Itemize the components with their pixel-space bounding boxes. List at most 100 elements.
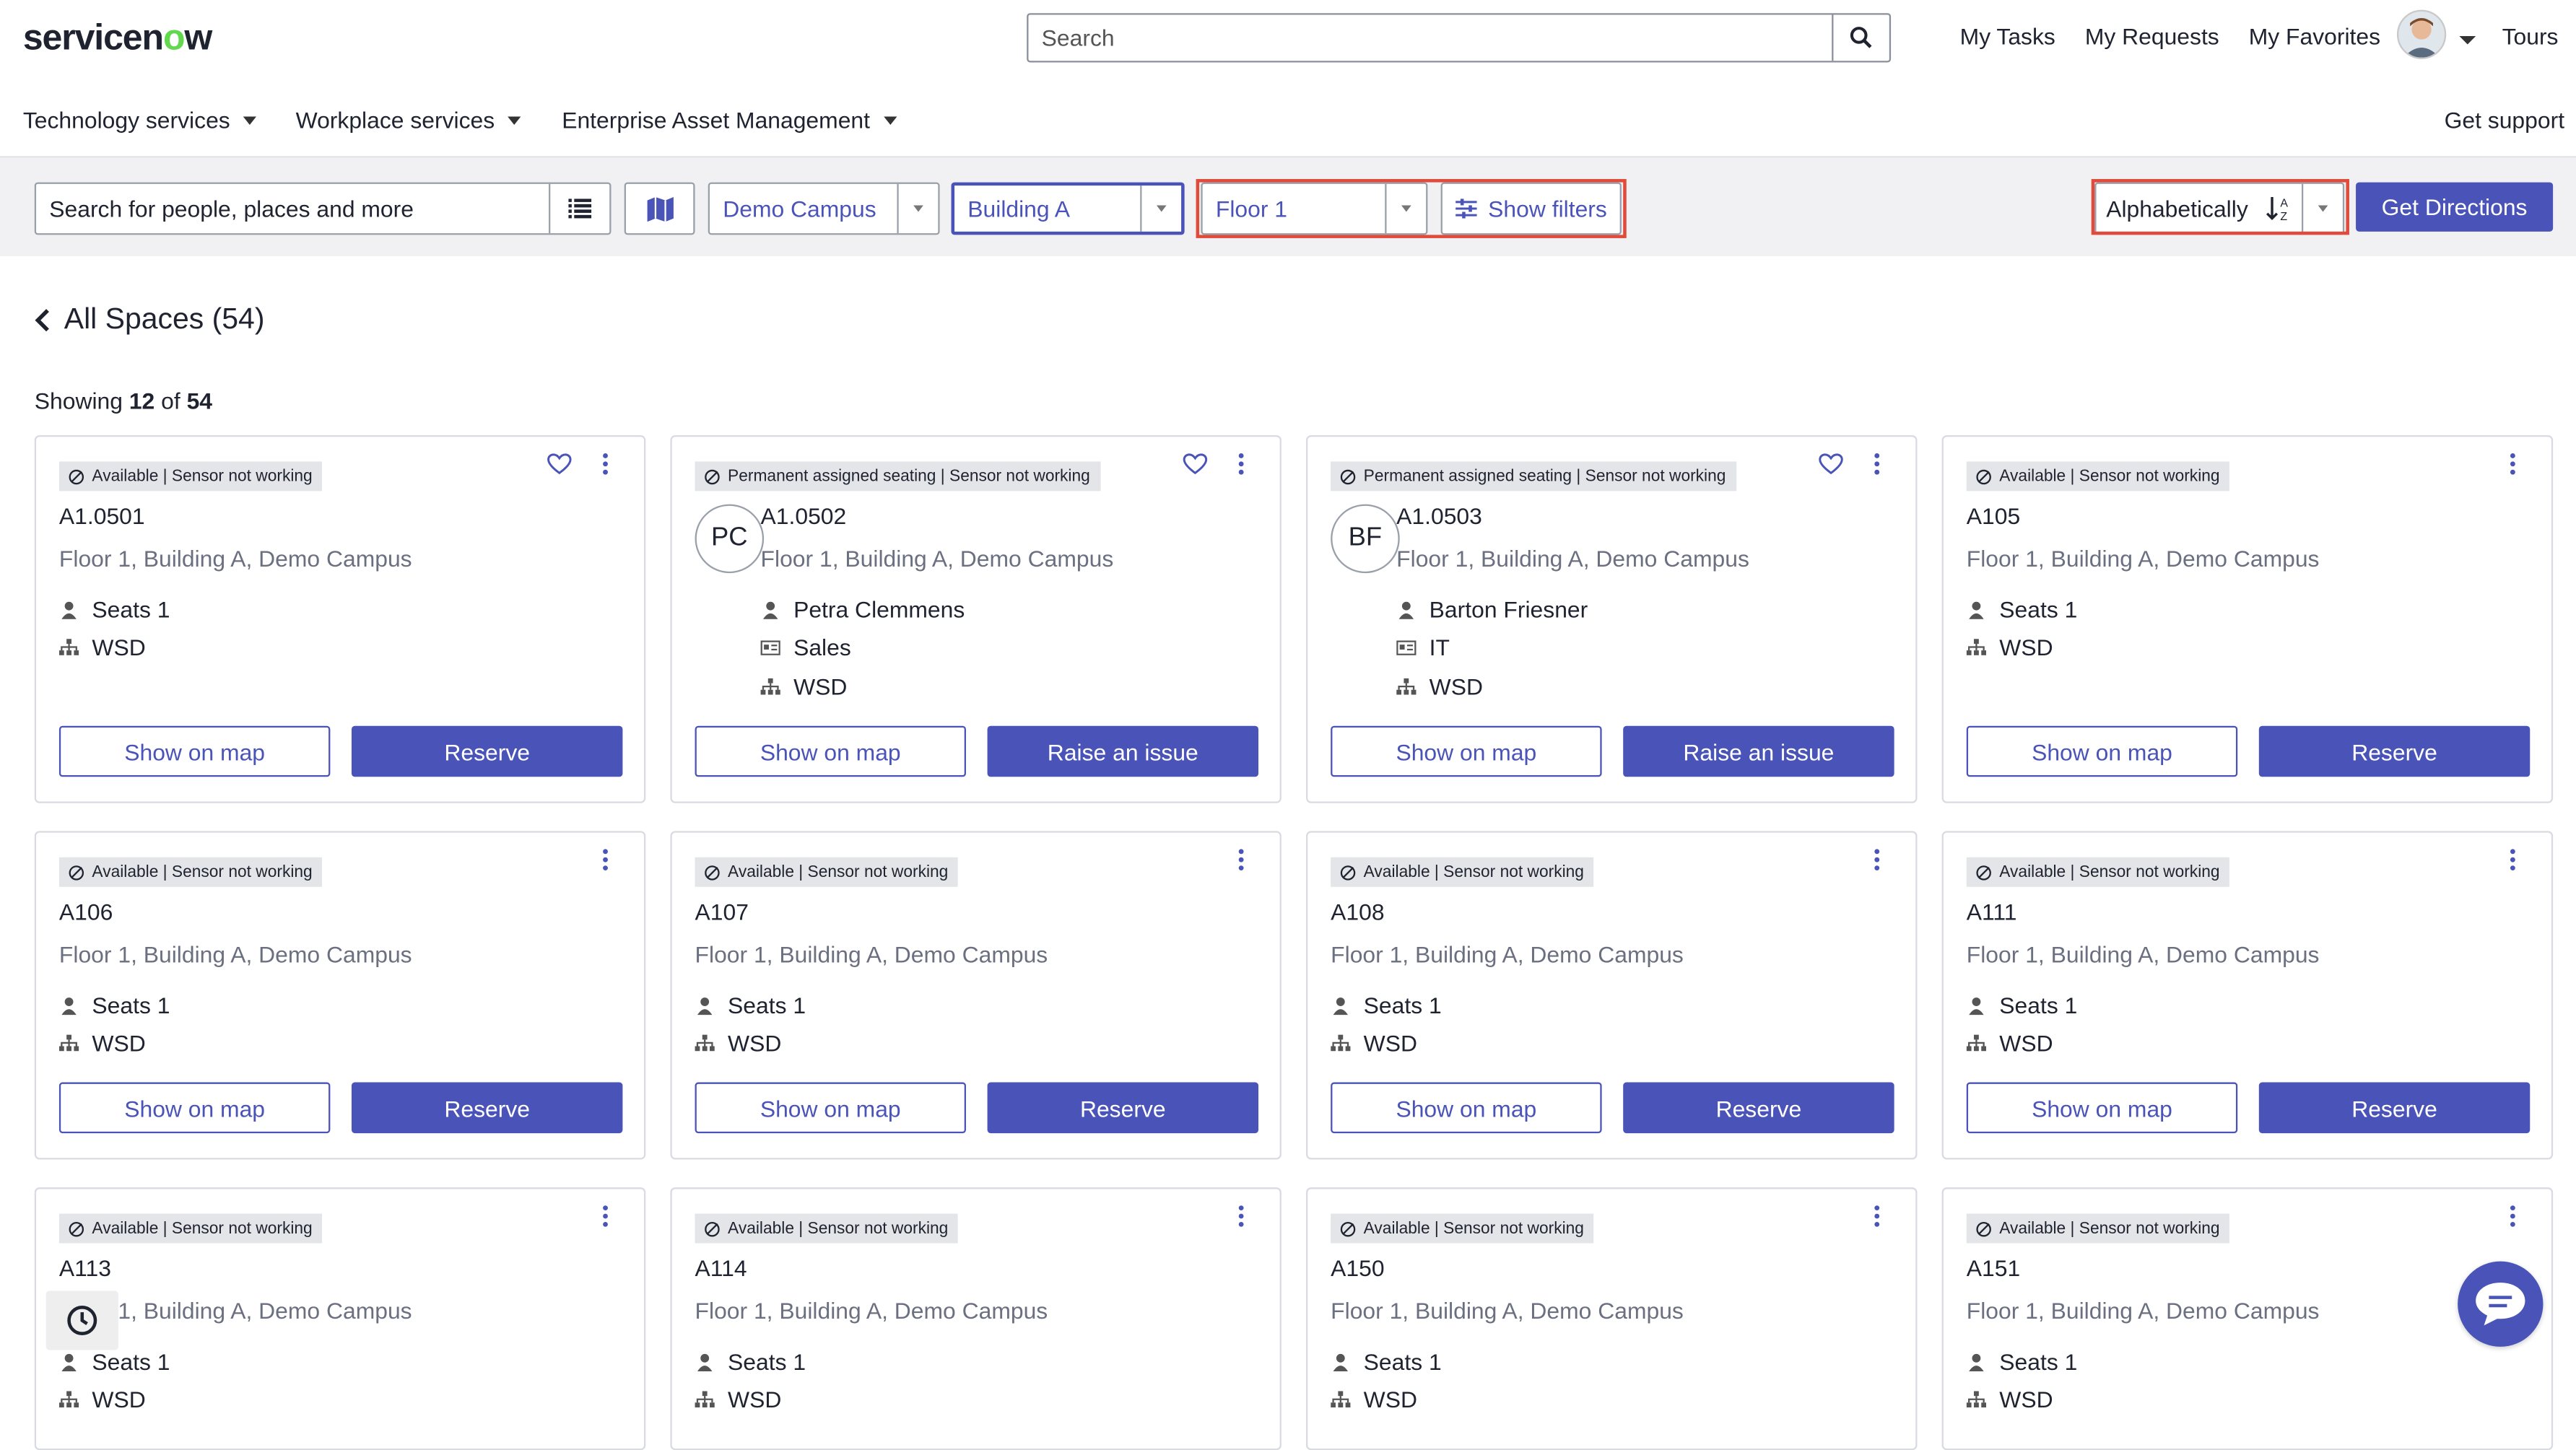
space-location: Floor 1, Building A, Demo Campus [1966,1297,2320,1324]
status-badge: Available | Sensor not working [58,461,323,492]
my-requests-link[interactable]: My Requests [2085,23,2219,49]
seats-row: Seats 1 [695,1348,806,1375]
chevron-down-icon [243,115,257,124]
user-menu-caret[interactable] [2459,36,2476,45]
chevron-down-icon [508,115,521,124]
people-places-search-input[interactable] [36,195,549,222]
person-icon [1969,997,1984,1015]
space-type: WSD [1363,1386,1418,1412]
caret-down-icon [1156,205,1167,212]
space-type-row: WSD [695,1030,781,1056]
kebab-dot [1874,865,1879,871]
space-name[interactable]: A150 [1331,1254,1384,1280]
reserve-button[interactable]: Reserve [2258,1082,2531,1134]
raise-issue-button[interactable]: Raise an issue [987,725,1259,777]
space-name[interactable]: A1.0502 [761,502,847,528]
more-options-button[interactable] [601,453,608,478]
kebab-dot [601,1213,607,1219]
list-icon [568,198,592,219]
map-view-button[interactable] [624,182,695,235]
space-name[interactable]: A106 [59,899,113,925]
campus-select[interactable]: Demo Campus [708,182,940,235]
space-name[interactable]: A105 [1967,502,2020,528]
nav-label: Workplace services [295,106,495,134]
reserve-button[interactable]: Reserve [987,1082,1259,1134]
show-on-map-button[interactable]: Show on map [58,725,331,777]
more-options-button[interactable] [1873,849,1879,873]
show-on-map-button[interactable]: Show on map [1966,725,2238,777]
space-name[interactable]: A1.0503 [1396,502,1482,528]
space-name[interactable]: A108 [1331,899,1384,925]
department-row: IT [1396,634,1450,660]
space-type: WSD [1999,634,2053,660]
seats-count: Seats 1 [1999,1348,2078,1375]
space-card: Available | Sensor not working A113 Floor … [34,1187,646,1450]
more-options-button[interactable] [1237,849,1243,873]
show-on-map-button[interactable]: Show on map [1331,725,1602,777]
list-view-button[interactable] [549,183,609,234]
more-options-button[interactable] [1873,453,1879,478]
nav-workplace-services[interactable]: Workplace services [296,107,521,133]
more-options-button[interactable] [1237,453,1243,478]
kebab-dot [2509,461,2515,467]
show-on-map-button[interactable]: Show on map [58,1082,331,1134]
more-options-button[interactable] [601,849,608,873]
reserve-button[interactable]: Reserve [2258,725,2531,777]
space-name[interactable]: A107 [695,899,749,925]
status-badge: Available | Sensor not working [1966,461,2230,492]
map-icon [646,196,673,222]
person-icon [762,600,778,619]
space-name[interactable]: A111 [1967,899,2017,925]
favorite-button[interactable] [547,453,572,483]
get-support-link[interactable]: Get support [2445,107,2564,133]
more-options-button[interactable] [601,1205,608,1230]
nav-enterprise-asset-management[interactable]: Enterprise Asset Management [562,107,897,133]
show-on-map-button[interactable]: Show on map [1966,1082,2238,1134]
kebab-dot [1874,461,1879,467]
kebab-dot [2509,453,2515,458]
more-options-button[interactable] [2509,453,2515,478]
servicenow-logo[interactable]: servicenow [23,17,213,59]
hierarchy-icon [58,1391,79,1408]
space-name[interactable]: A114 [695,1254,747,1280]
show-on-map-button[interactable]: Show on map [695,1082,966,1134]
reserve-button[interactable]: Reserve [1623,1082,1894,1134]
department-row: Sales [760,634,851,660]
my-tasks-link[interactable]: My Tasks [1960,23,2055,49]
user-avatar[interactable] [2396,9,2447,59]
back-to-all-spaces[interactable]: All Spaces (54) [35,302,265,337]
chat-button[interactable] [2458,1261,2544,1347]
search-button[interactable] [1832,14,1889,61]
global-search-input[interactable] [1028,14,1832,61]
sensor-off-icon [1340,468,1356,484]
hierarchy-icon [760,678,780,695]
space-card: Available | Sensor not working A114 Floor … [670,1187,1282,1450]
get-directions-button[interactable]: Get Directions [2356,182,2554,232]
space-name[interactable]: A113 [59,1254,111,1280]
tours-link[interactable]: Tours [2502,23,2559,49]
building-select[interactable]: Building A [951,182,1185,235]
kebab-dot [1874,469,1879,475]
clock-button[interactable] [45,1290,118,1350]
space-name[interactable]: A1.0501 [59,502,145,528]
more-options-button[interactable] [2509,1205,2515,1230]
more-options-button[interactable] [2509,849,2515,873]
reserve-button[interactable]: Reserve [351,725,623,777]
status-badge: Available | Sensor not working [1331,1213,1594,1244]
favorite-button[interactable] [1819,453,1843,483]
campus-dropdown-arrow[interactable] [897,183,938,234]
seats-row: Seats 1 [1967,1348,2078,1375]
more-options-button[interactable] [1237,1205,1243,1230]
building-dropdown-arrow[interactable] [1140,185,1181,232]
nav-technology-services[interactable]: Technology services [23,107,257,133]
header-links: My Tasks My Requests My Favorites [1960,23,2410,49]
show-on-map-button[interactable]: Show on map [695,725,966,777]
space-name[interactable]: A151 [1967,1254,2020,1280]
reserve-button[interactable]: Reserve [351,1082,623,1134]
more-options-button[interactable] [1873,1205,1879,1230]
my-favorites-link[interactable]: My Favorites [2249,23,2380,49]
raise-issue-button[interactable]: Raise an issue [1623,725,1894,777]
space-location: Floor 1, Building A, Demo Campus [1331,940,1684,968]
show-on-map-button[interactable]: Show on map [1331,1082,1602,1134]
favorite-button[interactable] [1183,453,1208,483]
